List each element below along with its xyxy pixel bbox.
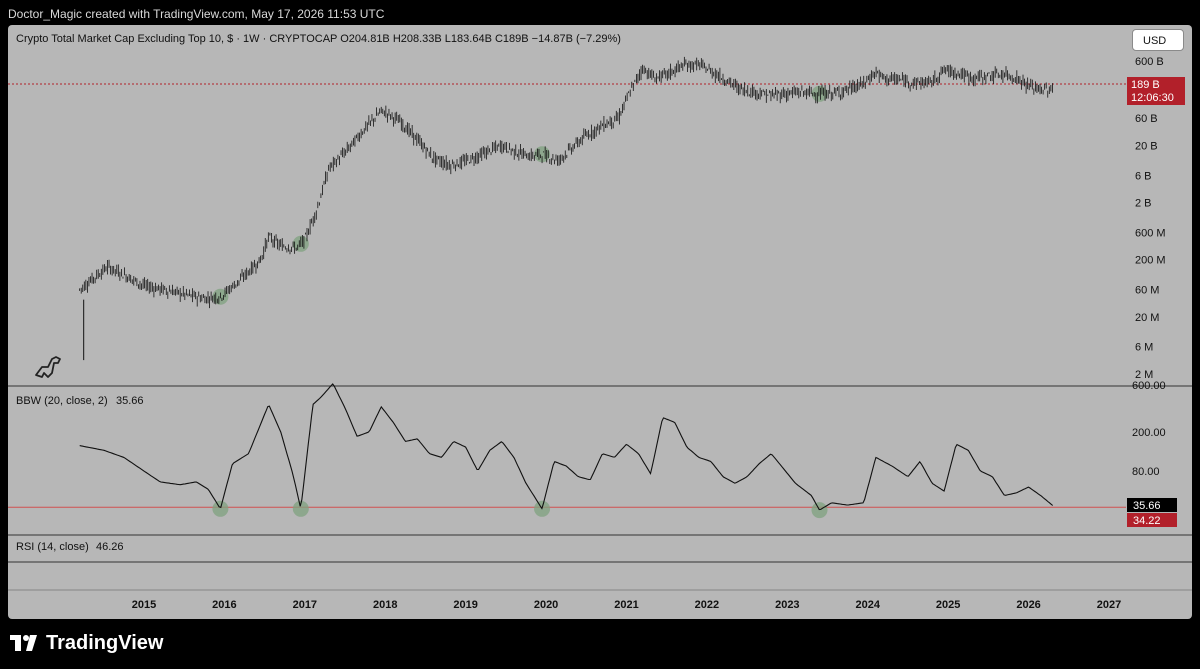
x-tick-2018: 2018 [373,599,397,611]
bbw-value-tag: 35.66 [1127,498,1177,512]
currency-button[interactable]: USD [1132,29,1184,51]
bbw-highlight-0 [212,500,229,517]
main-y-tick-5: 600 M [1135,227,1166,239]
bbw-y-tick-2: 80.00 [1132,466,1160,478]
bbw-legend-value: 35.66 [116,395,144,407]
bbw-legend-name: BBW (20, close, 2) [16,395,108,407]
bbw-series-line [79,383,1054,511]
x-tick-2020: 2020 [534,599,558,611]
x-tick-2019: 2019 [453,599,477,611]
dino-logo-icon [35,356,61,378]
x-tick-2022: 2022 [695,599,719,611]
bbw-level-tag-text: 34.22 [1133,515,1161,527]
price-tag: 189 B 12:06:30 [1127,77,1185,105]
bbw-y-axis: 600.00 200.00 80.00 [1132,380,1166,478]
tradingview-logo-icon [10,635,37,651]
main-highlights [212,85,828,305]
x-tick-2025: 2025 [936,599,960,611]
x-tick-2021: 2021 [614,599,638,611]
bbw-highlights [212,500,828,519]
x-tick-2024: 2024 [856,599,881,611]
bbw-highlight-3 [811,502,828,519]
x-tick-2026: 2026 [1016,599,1040,611]
price-tag-value: 189 B [1131,79,1160,91]
main-y-tick-0: 600 B [1135,56,1164,68]
bbw-level-tag: 34.22 [1127,513,1177,527]
main-y-tick-8: 20 M [1135,312,1159,324]
footer [0,619,1200,669]
x-tick-2023: 2023 [775,599,799,611]
main-y-tick-4: 2 B [1135,198,1152,210]
attribution-bar: Doctor_Magic created with TradingView.co… [0,0,1200,28]
x-axis: 2015 2016 2017 2018 2019 2020 2021 2022 2023 2024… [132,599,1121,611]
main-y-tick-3: 6 B [1135,170,1152,182]
rsi-legend-value: 46.26 [96,541,124,553]
tradingview-brand: TradingView [10,630,163,656]
chart-canvas[interactable]: Crypto Total Market Cap Excluding Top 10… [8,25,1192,619]
main-legend: Crypto Total Market Cap Excluding Top 10… [16,33,621,45]
x-tick-2015: 2015 [132,599,156,611]
main-y-tick-1: 60 B [1135,113,1158,125]
price-tag-countdown: 12:06:30 [1131,92,1174,104]
main-y-tick-2: 20 B [1135,140,1158,152]
tradingview-wordmark: TradingView [46,631,164,654]
main-y-tick-6: 200 M [1135,255,1166,267]
main-series [79,56,1053,361]
main-y-tick-9: 6 M [1135,342,1153,354]
bbw-y-tick-1: 200.00 [1132,427,1166,439]
attribution-text: Doctor_Magic created with TradingView.co… [8,7,385,21]
x-tick-2016: 2016 [212,599,236,611]
bbw-value-tag-text: 35.66 [1133,500,1161,512]
x-tick-2017: 2017 [293,599,317,611]
bbw-y-tick-0: 600.00 [1132,380,1166,392]
chart-frame[interactable]: Crypto Total Market Cap Excluding Top 10… [8,25,1192,619]
rsi-legend-name: RSI (14, close) [16,541,89,553]
main-y-tick-7: 60 M [1135,285,1159,297]
x-tick-2027: 2027 [1097,599,1121,611]
